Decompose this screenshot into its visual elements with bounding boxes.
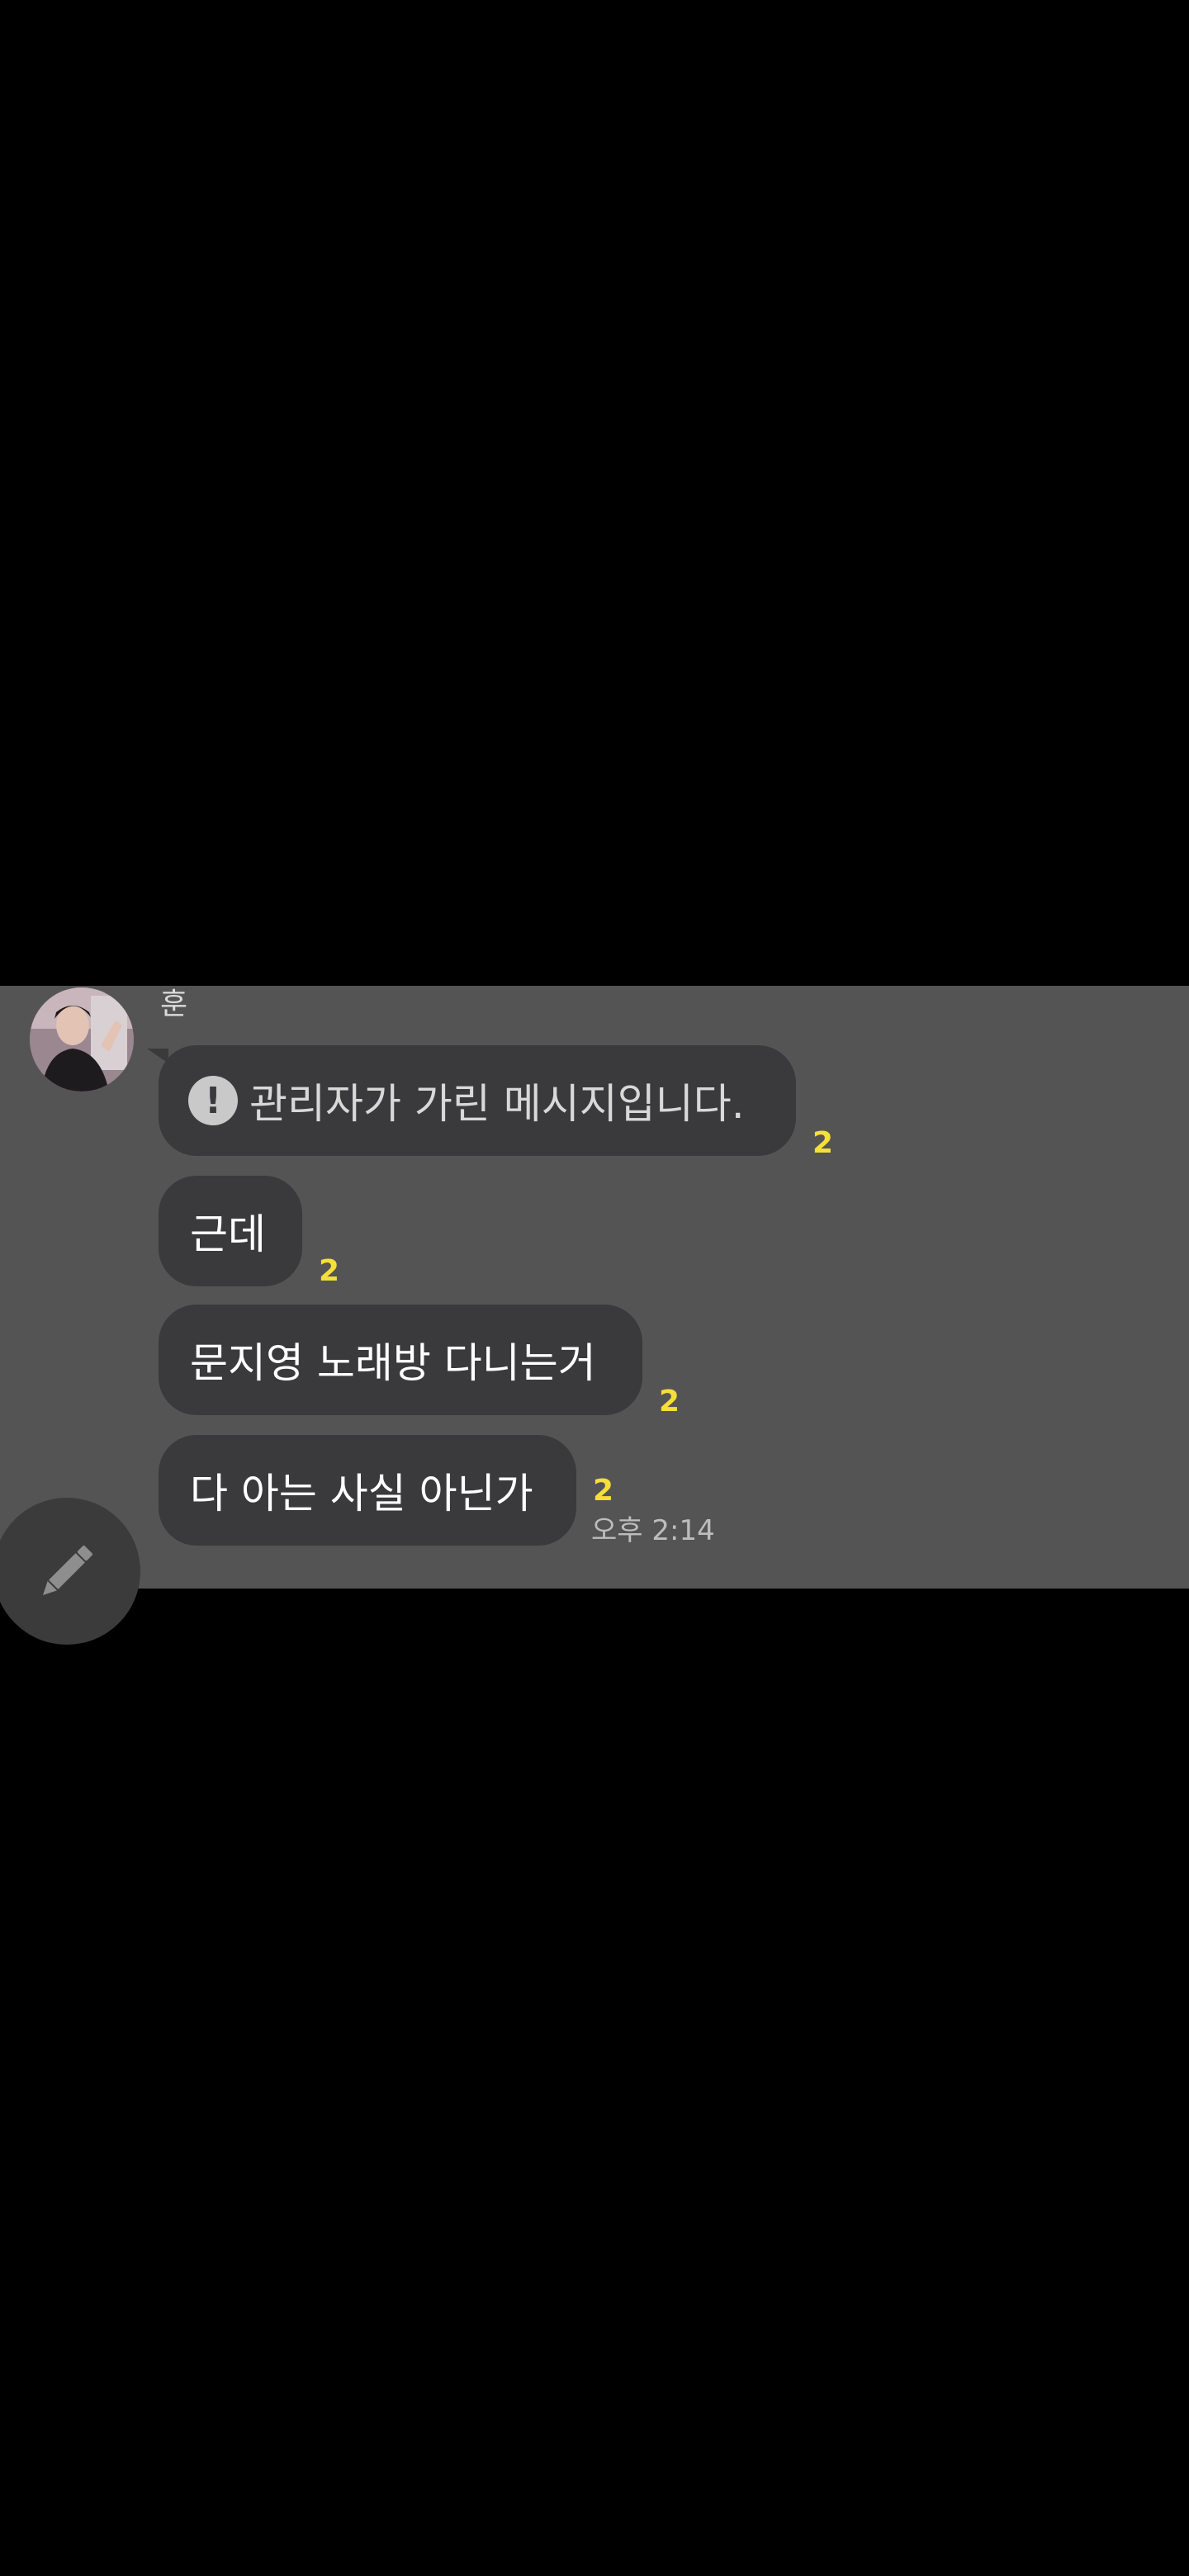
unread-count: 2 bbox=[593, 1474, 614, 1508]
message-bubble[interactable]: 다 아는 사실 아닌가 bbox=[159, 1435, 576, 1546]
message-text: 다 아는 사실 아닌가 bbox=[190, 1470, 533, 1518]
message-text: 관리자가 가린 메시지입니다. bbox=[249, 1080, 745, 1128]
unread-count: 2 bbox=[659, 1385, 680, 1418]
message-bubble[interactable]: 근데 bbox=[159, 1176, 302, 1286]
avatar-photo-icon bbox=[30, 987, 134, 1091]
message-bubble[interactable]: 문지영 노래방 다니는거 bbox=[159, 1305, 642, 1415]
message-timestamp: 오후 2:14 bbox=[591, 1514, 715, 1547]
unread-count: 2 bbox=[319, 1254, 340, 1288]
message-bubble-hidden[interactable]: ! 관리자가 가린 메시지입니다. bbox=[147, 1045, 796, 1156]
sender-avatar[interactable] bbox=[30, 987, 134, 1091]
compose-button[interactable] bbox=[0, 1498, 140, 1645]
message-text: 문지영 노래방 다니는거 bbox=[190, 1339, 596, 1387]
sender-name: 훈 bbox=[160, 987, 188, 1021]
message-text: 근데 bbox=[190, 1210, 266, 1258]
pencil-icon bbox=[43, 1546, 92, 1595]
unread-count: 2 bbox=[812, 1126, 834, 1160]
exclamation-circle-icon: ! bbox=[188, 1076, 238, 1125]
